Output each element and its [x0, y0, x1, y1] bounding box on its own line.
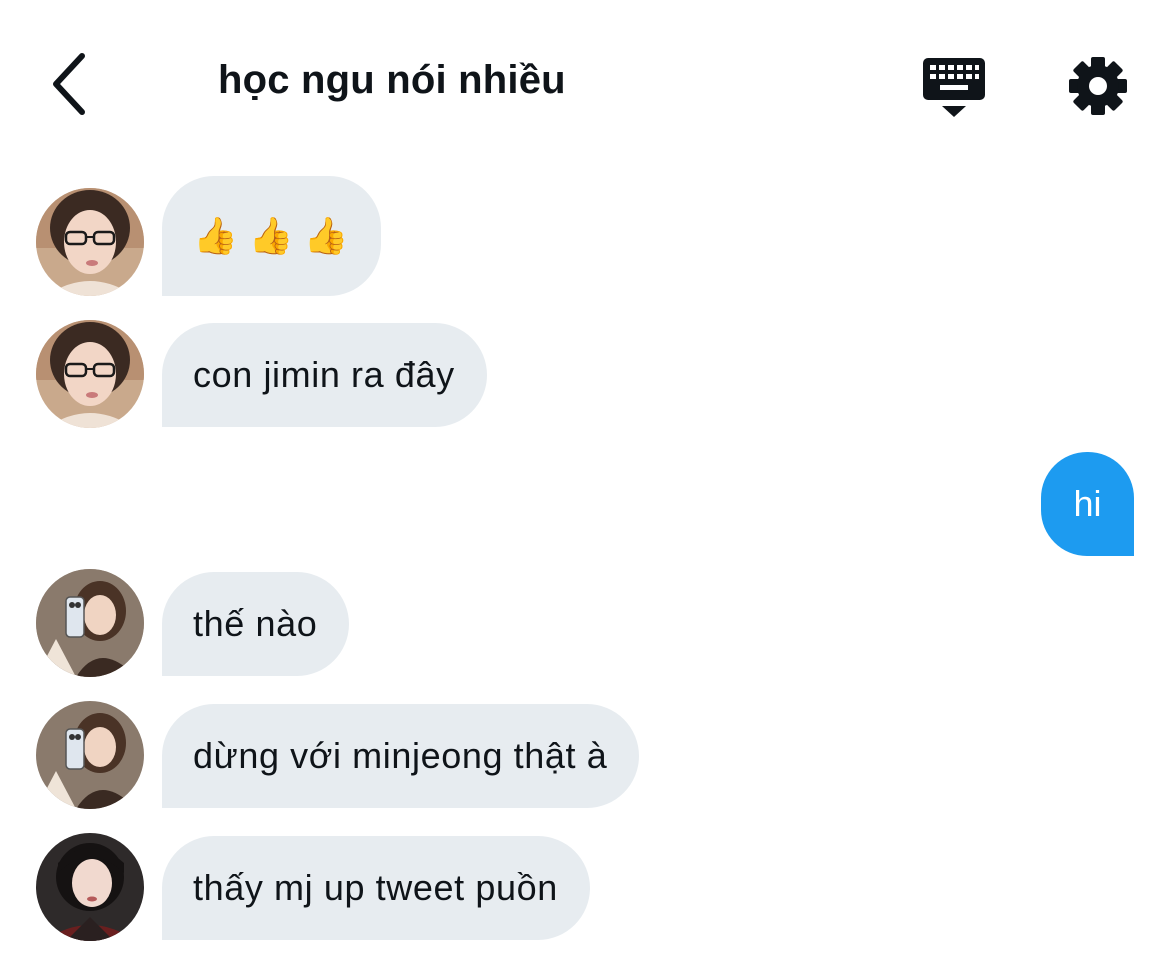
message-bubble-incoming[interactable]: 👍 👍 👍 — [162, 176, 382, 296]
thumbs-up-emoji: 👍 — [303, 215, 350, 256]
message-text: thấy mj up tweet puồn — [193, 867, 558, 908]
keyboard-icon — [923, 58, 985, 117]
sender-avatar[interactable] — [36, 569, 144, 677]
thumbs-up-emoji: 👍 — [248, 215, 294, 256]
message-text: thế nào — [193, 603, 318, 644]
message-bubble-incoming[interactable]: dừng với minjeong thật à — [162, 704, 640, 808]
chat-header: học ngu nói nhiều — [0, 0, 1170, 160]
back-button[interactable] — [30, 44, 110, 124]
conversation-title: học ngu nói nhiều — [218, 58, 566, 102]
message-text: 👍 👍 👍 — [193, 215, 349, 257]
sender-avatar[interactable] — [36, 188, 144, 296]
sender-avatar[interactable] — [36, 833, 144, 941]
avatar-girl-glasses-image — [36, 188, 144, 296]
avatar-girl-glasses-image — [36, 320, 144, 428]
settings-button[interactable] — [1058, 46, 1138, 126]
avatar-girl-short-hair-image — [36, 833, 144, 941]
avatar-girl-mirror-selfie-image — [36, 701, 144, 809]
gear-icon — [1069, 57, 1127, 115]
message-bubble-incoming[interactable]: con jimin ra đây — [162, 323, 487, 427]
keyboard-button[interactable] — [916, 50, 992, 122]
sender-avatar[interactable] — [36, 320, 144, 428]
message-bubble-incoming[interactable]: thế nào — [162, 572, 350, 676]
thumbs-up-emoji: 👍 — [193, 215, 239, 256]
message-text: dừng với minjeong thật à — [193, 735, 608, 776]
message-text: hi — [1073, 483, 1102, 524]
message-bubble-outgoing[interactable]: hi — [1041, 452, 1134, 556]
avatar-girl-mirror-selfie-image — [36, 569, 144, 677]
sender-avatar[interactable] — [36, 701, 144, 809]
chevron-left-icon — [53, 53, 85, 115]
message-bubble-incoming[interactable]: thấy mj up tweet puồn — [162, 836, 590, 940]
message-text: con jimin ra đây — [193, 354, 455, 395]
